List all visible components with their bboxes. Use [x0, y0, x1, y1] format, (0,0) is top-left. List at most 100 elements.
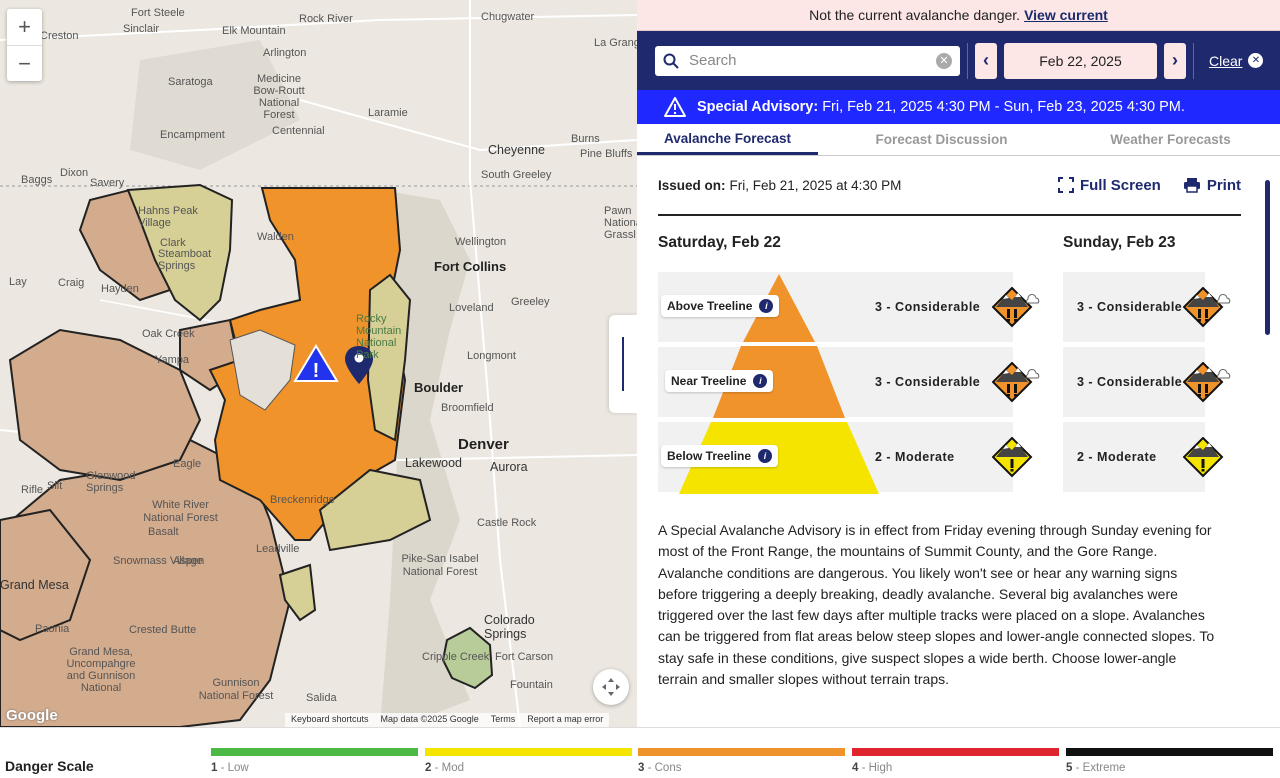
report-error-link[interactable]: Report a map error [527, 714, 603, 726]
clear-label: Clear [1209, 52, 1243, 69]
scrollbar[interactable] [1265, 180, 1270, 335]
info-icon[interactable]: i [758, 449, 773, 463]
map-label: Saratoga [168, 76, 213, 88]
map-label: Fort Collins [434, 259, 507, 274]
special-advisory-banner: Special Advisory: Fri, Feb 21, 2025 4:30… [637, 90, 1280, 124]
svg-text:!: ! [313, 360, 320, 382]
day1-heading: Saturday, Feb 22 [658, 234, 781, 251]
map-label: Pine Bluffs [580, 148, 633, 160]
map-label: Savery [90, 177, 125, 189]
warning-icon [664, 97, 686, 117]
clear-button[interactable]: Clear ✕ [1209, 52, 1264, 69]
full-screen-button[interactable]: Full Screen [1057, 177, 1161, 194]
above-treeline-label: Above Treeline i [661, 295, 780, 317]
map-label: Aurora [490, 460, 528, 474]
tab-weather-forecasts[interactable]: Weather Forecasts [1065, 124, 1276, 155]
map-label: Cheyenne [488, 143, 545, 157]
scale-item-low: 1 - Low [211, 748, 418, 774]
map-label: Burns [571, 133, 600, 145]
map-label: Grand Mesa [0, 578, 69, 592]
map-label: Crested Butte [129, 624, 197, 636]
map-label: Pike-San Isabel National Forest [401, 553, 479, 578]
search-input[interactable]: Search ✕ [655, 45, 960, 76]
zoom-control: + − [7, 9, 42, 81]
scale-bar [852, 748, 1059, 756]
advisory-label: Special Advisory: [697, 99, 819, 115]
forecast-tabs: Avalanche Forecast Forecast Discussion W… [637, 124, 1280, 156]
rating-text: 3 - Considerable [875, 375, 981, 389]
map-label: Salida [306, 692, 337, 704]
map-label: Medicine Bow-Routt National Forest [253, 73, 305, 121]
zoom-in-button[interactable]: + [7, 9, 42, 45]
tab-forecast-discussion[interactable]: Forecast Discussion [818, 124, 1065, 155]
divider [1193, 42, 1194, 79]
issued-label: Issued on: [658, 177, 726, 193]
map-label: Loveland [449, 302, 494, 314]
map-label: Walden [257, 231, 294, 243]
map[interactable]: ! Fort Steele Rock River Chugwater Sincl… [0, 0, 637, 727]
map-label: Elk Mountain [222, 25, 286, 37]
terms-link[interactable]: Terms [491, 714, 516, 726]
print-button[interactable]: Print [1183, 177, 1241, 194]
rating-text: 3 - Considerable [875, 300, 981, 314]
map-label: Laramie [368, 107, 408, 119]
map-footer: Keyboard shortcuts Map data ©2025 Google… [285, 713, 610, 727]
view-current-link[interactable]: View current [1024, 7, 1108, 23]
map-label: Hayden [101, 283, 139, 295]
map-label: Wellington [455, 236, 507, 248]
google-logo: Google [6, 707, 58, 724]
map-label: Steamboat Springs [158, 248, 212, 272]
map-label: South Greeley [481, 169, 552, 181]
map-label: Cripple Creek [422, 651, 490, 663]
scale-item-moderate: 2 - Mod [425, 748, 632, 774]
map-label: Broomfield [441, 402, 494, 414]
danger-scale: Danger Scale 1 - Low 2 - Mod 3 - Cons 4 … [0, 727, 1280, 778]
forecast-panel: Not the current avalanche danger. View c… [637, 0, 1280, 727]
map-label: Leadville [256, 543, 300, 555]
map-label: Rocky Mountain National Park [356, 313, 402, 361]
map-label: Hahns Peak Village [138, 205, 198, 229]
considerable-danger-icon [992, 287, 1040, 328]
map-label: Fort Carson [495, 651, 554, 663]
rating-text: 2 - Moderate [1077, 450, 1157, 464]
forecast-content: Issued on: Fri, Feb 21, 2025 at 4:30 PM … [658, 156, 1241, 216]
date-field[interactable]: Feb 22, 2025 [1004, 42, 1157, 79]
day2-heading: Sunday, Feb 23 [1063, 234, 1176, 251]
map-label: Arlington [263, 47, 307, 59]
map-label: Craig [58, 277, 85, 289]
considerable-danger-icon [992, 362, 1040, 403]
map-label: Baggs [21, 174, 53, 186]
map-data-text: Map data ©2025 Google [380, 714, 479, 724]
map-label: Grand Mesa, Uncompahgre and Gunnison Nat… [66, 646, 136, 694]
map-label: Boulder [414, 380, 464, 395]
map-label: Breckenridge [270, 494, 335, 506]
clear-search-icon[interactable]: ✕ [936, 52, 952, 69]
tab-avalanche-forecast[interactable]: Avalanche Forecast [637, 124, 818, 155]
scale-bar [425, 748, 632, 756]
next-date-button[interactable]: › [1164, 42, 1186, 79]
info-icon[interactable]: i [759, 299, 774, 313]
info-icon[interactable]: i [753, 374, 768, 388]
forecast-summary: A Special Avalanche Advisory is in effec… [658, 522, 1215, 688]
considerable-danger-icon [1183, 362, 1231, 403]
keyboard-shortcuts-link[interactable]: Keyboard shortcuts [291, 714, 369, 726]
scale-item-extreme: 5 - Extreme [1066, 748, 1273, 774]
map-label: Castle Rock [477, 517, 537, 529]
map-label: Creston [40, 30, 79, 42]
map-label: Denver [458, 436, 509, 453]
map-label: Basalt [148, 526, 179, 538]
search-icon [663, 53, 679, 69]
printer-icon [1183, 178, 1200, 193]
zoom-out-button[interactable]: − [7, 45, 42, 81]
divider [967, 42, 968, 79]
close-icon: ✕ [1248, 53, 1264, 68]
recenter-button[interactable] [593, 669, 629, 705]
map-label: Paonia [35, 623, 70, 635]
toolbar: Search ✕ ‹ Feb 22, 2025 › Clear ✕ [637, 31, 1280, 90]
search-placeholder: Search [689, 52, 737, 69]
scale-item-considerable: 3 - Cons [638, 748, 845, 774]
previous-date-button[interactable]: ‹ [975, 42, 997, 79]
map-label: White River National Forest [143, 499, 218, 524]
not-current-notice: Not the current avalanche danger. View c… [637, 0, 1280, 31]
panel-collapse-handle[interactable] [609, 315, 637, 413]
